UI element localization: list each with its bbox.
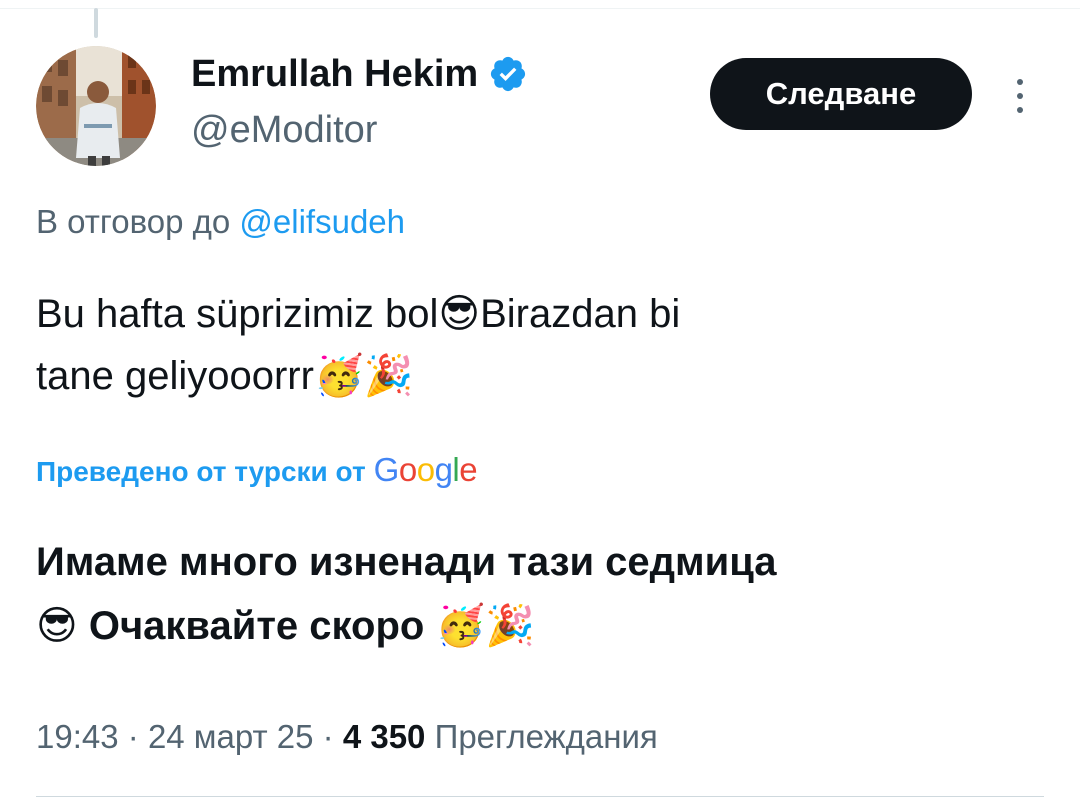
follow-button[interactable]: Следване (710, 58, 972, 130)
party-emojis: 🥳🎉 (435, 603, 536, 649)
bottom-divider (36, 796, 1044, 797)
translated-line2-text: Очаквайте скоро (88, 604, 425, 648)
views-count: 4 350 (342, 718, 426, 755)
tweet-detail: Emrullah Hekim @eModitor Следване В отго… (0, 0, 1080, 805)
more-vertical-icon[interactable] (1008, 76, 1032, 116)
tweet-meta: 19:43 · 24 март 25 · 4 350 Преглеждания (36, 712, 658, 762)
sunglasses-emoji: 😎 (36, 603, 78, 649)
tweet-line1-text: Bu hafta süprizimiz bol (36, 292, 439, 336)
tweet-time[interactable]: 19:43 (36, 718, 119, 755)
translated-line1: Имаме много изненади тази седмица (36, 540, 777, 584)
meta-separator: · (127, 718, 139, 755)
thread-connector-line (94, 8, 98, 38)
top-divider (0, 8, 1080, 9)
google-logo: Google (373, 451, 478, 488)
avatar[interactable] (36, 46, 156, 166)
reply-mention-link[interactable]: @elifsudeh (239, 203, 405, 240)
views-label: Преглеждания (434, 718, 658, 755)
tweet-date[interactable]: 24 март 25 (148, 718, 314, 755)
translated-text: Имаме много изненади тази седмица 😎 Очак… (36, 530, 1046, 658)
reply-context-prefix: В отговор до (36, 203, 231, 240)
author-name-row[interactable]: Emrullah Hekim (191, 50, 528, 98)
reply-context: В отговор до @elifsudeh (36, 200, 405, 244)
avatar-photo (36, 46, 156, 166)
sunglasses-emoji: 😎 (438, 291, 481, 337)
author-handle[interactable]: @eModitor (191, 106, 377, 154)
translated-by-link[interactable]: Преведено от турски от Google (36, 448, 478, 494)
party-emojis: 🥳🎉 (313, 353, 414, 399)
tweet-line2-text: tane geliyooorrr (36, 354, 314, 398)
translated-by-label: Преведено от турски от (36, 456, 366, 487)
verified-badge-icon[interactable] (488, 54, 528, 94)
tweet-text: Bu hafta süprizimiz bol😎Birazdan bi tane… (36, 283, 1046, 407)
meta-separator: · (322, 718, 334, 755)
author-name: Emrullah Hekim (191, 53, 479, 95)
tweet-line1-tail: Birazdan bi (480, 292, 681, 336)
